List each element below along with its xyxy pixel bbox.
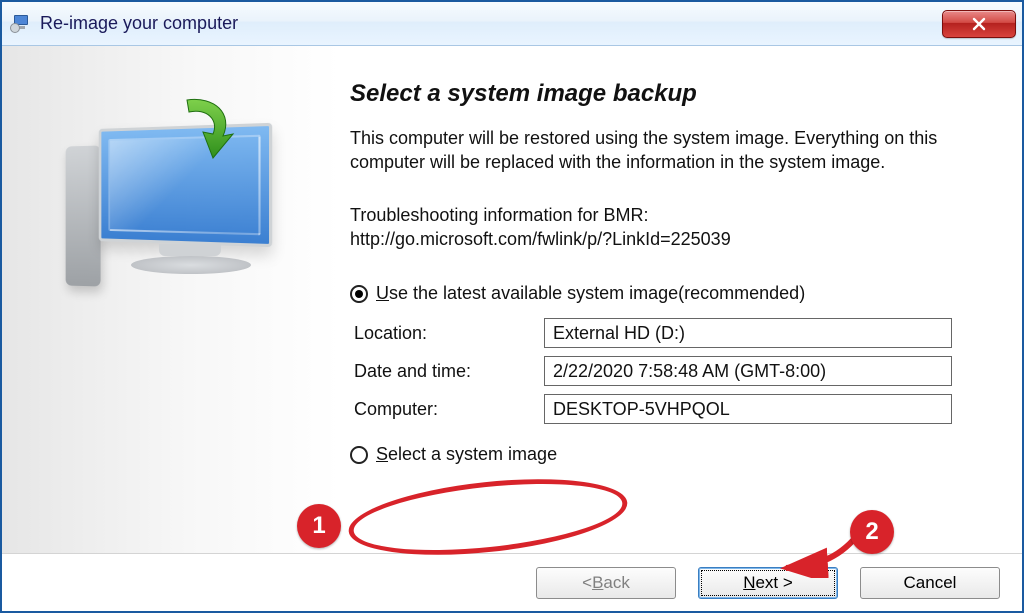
titlebar: Re-image your computer [2, 2, 1022, 46]
radio-select-image[interactable]: Select a system image [350, 444, 990, 465]
troubleshoot-block: Troubleshooting information for BMR: htt… [350, 203, 990, 252]
window-title: Re-image your computer [40, 13, 238, 34]
radio-icon [350, 285, 368, 303]
right-content-pane: Select a system image backup This comput… [340, 46, 1022, 553]
close-icon [971, 16, 987, 32]
cancel-button[interactable]: Cancel [860, 567, 1000, 599]
datetime-value: 2/22/2020 7:58:48 AM (GMT-8:00) [544, 356, 952, 386]
annotation-badge-1: 1 [297, 504, 341, 548]
annotation-badge-2: 2 [850, 510, 894, 554]
radio-use-latest[interactable]: Use the latest available system image(re… [350, 283, 990, 304]
radio-icon [350, 446, 368, 464]
content-area: Select a system image backup This comput… [2, 46, 1022, 553]
computer-label: Computer: [354, 399, 544, 420]
latest-image-details: Location: External HD (D:) Date and time… [354, 318, 990, 424]
computer-value: DESKTOP-5VHPQOL [544, 394, 952, 424]
troubleshoot-label: Troubleshooting information for BMR: [350, 203, 990, 227]
location-label: Location: [354, 323, 544, 344]
close-button[interactable] [942, 10, 1016, 38]
page-heading: Select a system image backup [350, 80, 990, 108]
troubleshoot-link[interactable]: http://go.microsoft.com/fwlink/p/?LinkId… [350, 227, 990, 251]
back-button[interactable]: < Back [536, 567, 676, 599]
left-illustration-pane [2, 46, 340, 553]
computer-restore-illustration [51, 74, 291, 294]
datetime-label: Date and time: [354, 361, 544, 382]
location-value: External HD (D:) [544, 318, 952, 348]
next-button[interactable]: Next > [698, 567, 838, 599]
green-arrow-icon [167, 92, 237, 162]
description-text: This computer will be restored using the… [350, 126, 950, 175]
wizard-window: Re-image your computer [0, 0, 1024, 613]
app-icon [10, 13, 32, 35]
radio-select-image-label: Select a system image [376, 444, 557, 465]
radio-use-latest-label: Use the latest available system image(re… [376, 283, 805, 304]
wizard-footer: < Back Next > Cancel [2, 553, 1022, 611]
